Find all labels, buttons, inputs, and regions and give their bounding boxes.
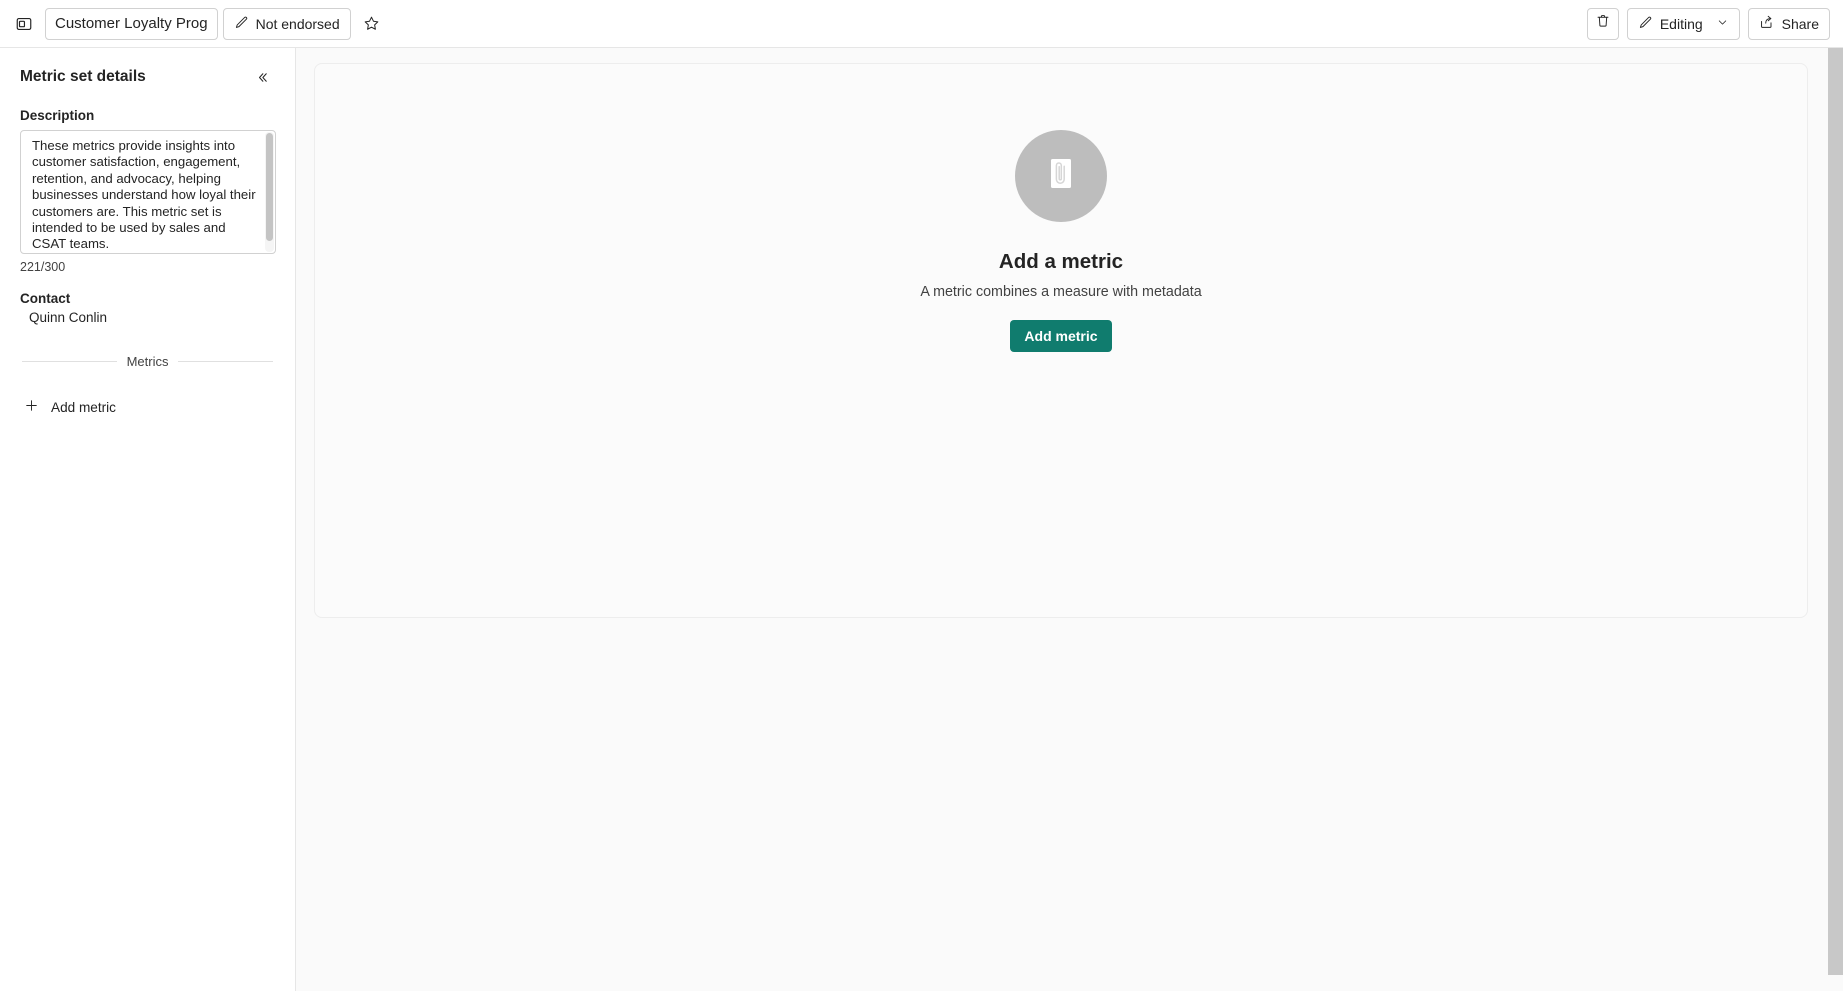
star-outline-icon[interactable]: [356, 8, 388, 40]
chevron-down-icon: [1716, 16, 1729, 32]
metric-set-details-sidebar: Metric set details Description These met…: [0, 48, 296, 991]
panel-left-icon[interactable]: [8, 8, 40, 40]
top-command-bar: Customer Loyalty Prog Not endorsed Editi…: [0, 0, 1843, 48]
share-label: Share: [1781, 15, 1819, 32]
editing-mode-label: Editing: [1659, 15, 1703, 32]
share-icon: [1759, 14, 1775, 33]
metric-set-title-value: Customer Loyalty Prog: [55, 15, 208, 32]
body-area: Metric set details Description These met…: [0, 48, 1843, 991]
endorsement-button[interactable]: Not endorsed: [222, 7, 351, 40]
contact-value[interactable]: Quinn Conlin: [20, 310, 275, 325]
delete-button[interactable]: [1586, 7, 1619, 40]
page-scrollbar-track[interactable]: [1828, 48, 1843, 991]
empty-state: Add a metric A metric combines a measure…: [920, 130, 1202, 352]
sidebar-add-metric-label: Add metric: [51, 399, 116, 415]
divider-line-left: [22, 361, 117, 362]
trash-icon: [1595, 13, 1611, 34]
empty-state-title: Add a metric: [998, 250, 1124, 273]
empty-state-subtitle: A metric combines a measure with metadat…: [920, 284, 1202, 300]
description-label: Description: [20, 108, 95, 123]
contact-label: Contact: [20, 291, 71, 306]
divider-line-right: [178, 361, 274, 362]
topbar-left-group: Customer Loyalty Prog Not endorsed: [8, 7, 388, 40]
sidebar-header: Metric set details: [20, 64, 275, 90]
pencil-icon: [1638, 15, 1653, 33]
pencil-icon: [234, 15, 249, 33]
editing-mode-button[interactable]: Editing: [1626, 7, 1740, 40]
page-scrollbar-thumb[interactable]: [1828, 48, 1843, 975]
endorsement-label: Not endorsed: [255, 15, 340, 32]
metrics-content-card: Add a metric A metric combines a measure…: [314, 63, 1808, 618]
description-char-count: 221/300: [20, 260, 66, 274]
paperclip-document-icon: [1014, 130, 1107, 222]
share-button[interactable]: Share: [1747, 7, 1830, 40]
metrics-section-divider: Metrics: [20, 354, 275, 369]
description-input[interactable]: These metrics provide insights into cust…: [20, 130, 276, 254]
chevron-double-left-icon[interactable]: [249, 64, 275, 90]
sidebar-title: Metric set details: [20, 68, 146, 85]
main-content-area: Add a metric A metric combines a measure…: [296, 48, 1843, 991]
metric-set-title-input[interactable]: Customer Loyalty Prog: [45, 7, 218, 40]
sidebar-add-metric-button[interactable]: Add metric: [20, 393, 170, 421]
description-scrollbar-thumb[interactable]: [266, 133, 273, 241]
description-field-wrapper: These metrics provide insights into cust…: [20, 130, 276, 254]
topbar-right-group: Editing Share: [1586, 7, 1830, 40]
metrics-divider-label: Metrics: [126, 354, 169, 369]
plus-icon: [24, 398, 39, 416]
add-metric-button[interactable]: Add metric: [1010, 320, 1112, 352]
